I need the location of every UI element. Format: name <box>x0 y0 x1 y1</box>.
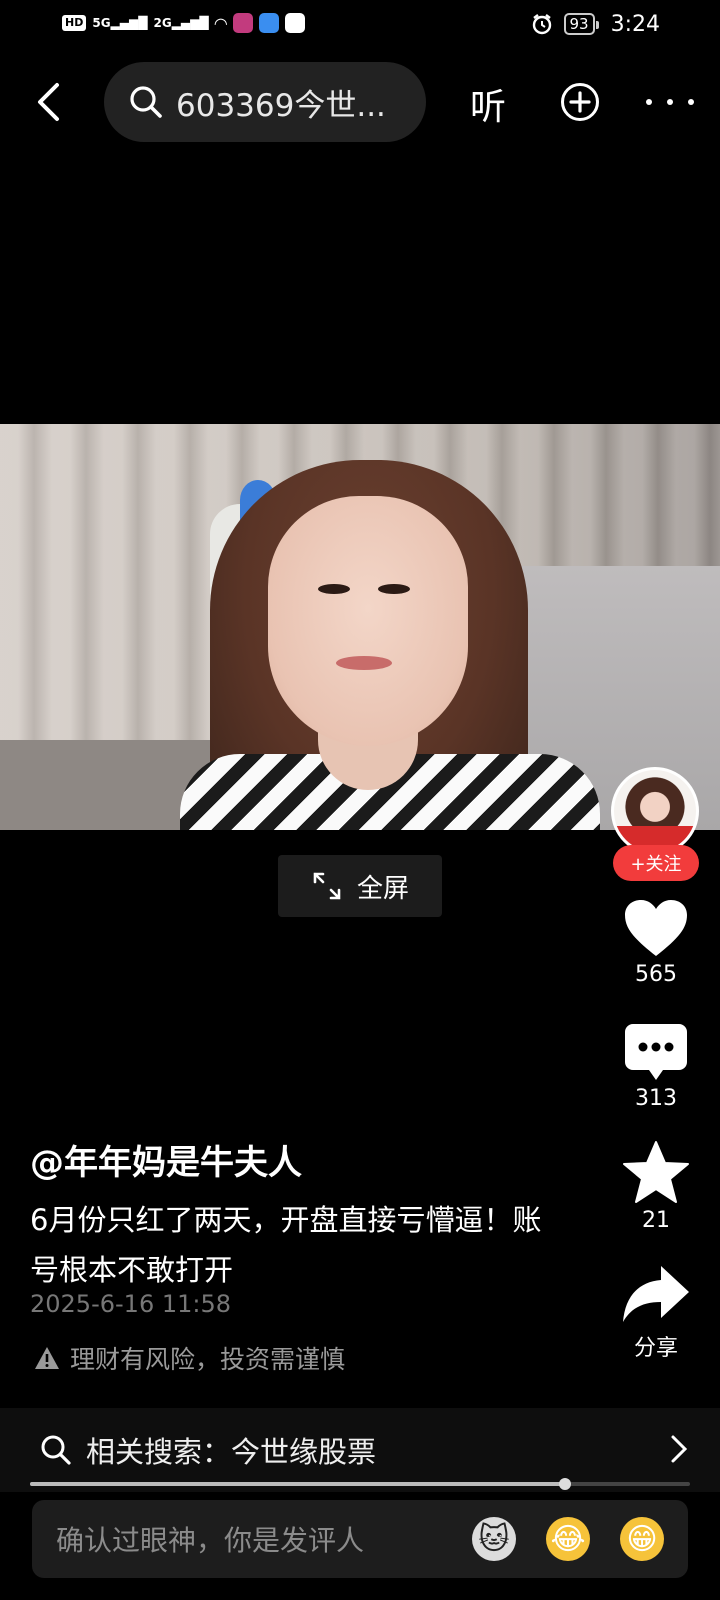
video-progress-knob[interactable] <box>558 1478 571 1490</box>
wifi-icon: ◠ <box>214 13 227 33</box>
related-search-label: 相关搜索：今世缘股票 <box>86 1435 377 1469</box>
video-player[interactable] <box>0 424 720 830</box>
more-options-button[interactable] <box>646 90 694 114</box>
author-username[interactable]: @年年妈是牛夫人 <box>30 1135 302 1184</box>
app-notification-icon-1 <box>232 13 253 33</box>
search-query: 603369今世... <box>176 87 386 124</box>
fullscreen-label: 全屏 <box>356 873 409 904</box>
risk-notice: 理财有风险，投资需谨慎 <box>34 1340 345 1376</box>
video-progress-fill <box>30 1482 565 1486</box>
network-5g-label: 5G <box>92 16 111 30</box>
comment-placeholder: 确认过眼神，你是发评人 <box>56 1524 365 1557</box>
author-avatar[interactable] <box>611 767 699 855</box>
search-bar[interactable]: 603369今世... <box>104 62 426 142</box>
status-bar-left: HD 5G▂▄▆█ 2G▂▄▆█ ◠ <box>62 12 305 34</box>
chevron-right-icon <box>671 1435 688 1463</box>
video-progress-bar[interactable] <box>30 1478 690 1490</box>
comment-count: 313 <box>635 1086 677 1111</box>
cat-face-emoji-icon[interactable]: 🐱 <box>472 1517 516 1561</box>
video-person-mouth <box>336 656 392 670</box>
clock: 3:24 <box>610 11 660 37</box>
like-button[interactable]: 565 <box>611 898 701 987</box>
status-bar-right: 93 3:24 <box>530 10 660 38</box>
share-button[interactable]: 分享 <box>611 1262 701 1362</box>
search-icon <box>41 1435 71 1465</box>
network-2g-label: 2G <box>153 16 172 30</box>
app-notification-icon-2 <box>258 13 279 33</box>
signal-5g-icon: 5G▂▄▆█ <box>92 16 148 30</box>
signal-2g-icon: 2G▂▄▆█ <box>153 16 209 30</box>
add-circle-icon[interactable] <box>560 82 600 122</box>
warning-icon <box>35 1347 59 1369</box>
heart-icon <box>625 900 687 956</box>
post-caption: 6月份只红了两天，开盘直接亏懵逼！账号根本不敢打开 <box>30 1203 542 1287</box>
comment-input[interactable]: 确认过眼神，你是发评人 🐱 😂 😁 <box>32 1500 688 1578</box>
listen-button[interactable]: 听 <box>470 78 506 130</box>
post-date: 2025-6-16 11:58 <box>30 1290 231 1318</box>
alarm-icon <box>532 14 551 35</box>
share-label: 分享 <box>633 1336 678 1361</box>
risk-notice-text: 理财有风险，投资需谨慎 <box>70 1345 346 1374</box>
expand-icon <box>313 872 341 900</box>
grinning-emoji-icon[interactable]: 😁 <box>620 1517 664 1561</box>
more-dot <box>646 99 652 105</box>
follow-button[interactable]: +关注 <box>613 845 699 881</box>
more-dot <box>667 99 673 105</box>
comment-bubble-icon <box>625 1024 687 1080</box>
laughing-tears-emoji-icon[interactable]: 😂 <box>546 1517 590 1561</box>
battery-indicator: 93 <box>563 13 599 35</box>
video-person-eye-right <box>378 584 410 594</box>
like-count: 565 <box>635 962 677 987</box>
search-icon <box>130 86 162 118</box>
comment-button[interactable]: 313 <box>611 1022 701 1111</box>
hd-badge: HD <box>62 15 87 31</box>
favorite-button[interactable]: 21 <box>611 1140 701 1233</box>
more-dot <box>688 99 694 105</box>
video-person-eye-left <box>318 584 350 594</box>
related-search-bar[interactable]: 相关搜索：今世缘股票 <box>0 1408 720 1492</box>
chevron-left-icon <box>38 83 59 121</box>
app-notification-icon-3 <box>284 13 305 33</box>
video-person-face <box>268 496 468 746</box>
star-icon <box>623 1141 689 1203</box>
back-button[interactable] <box>28 78 68 126</box>
favorite-count: 21 <box>642 1208 670 1233</box>
share-arrow-icon <box>623 1266 689 1322</box>
fullscreen-button[interactable]: 全屏 <box>278 855 442 917</box>
